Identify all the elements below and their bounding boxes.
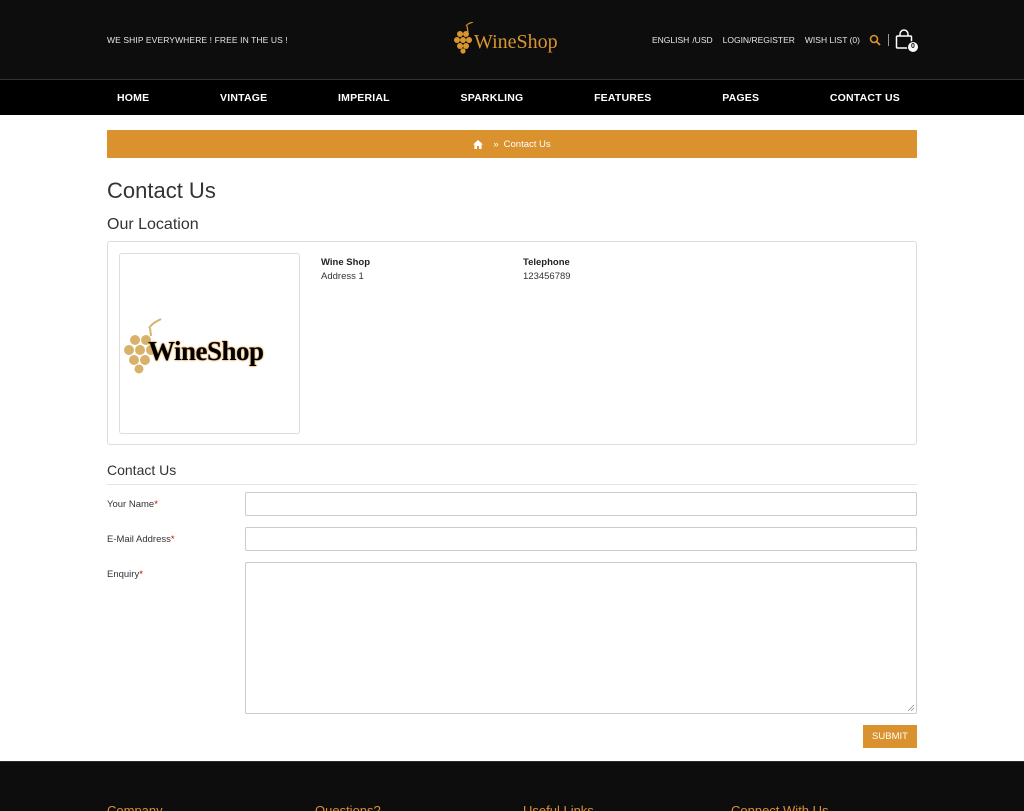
name-label-text: Your Name [107, 499, 155, 510]
store-image: WineShop [119, 253, 300, 434]
cart-count-badge: 0 [907, 41, 919, 53]
enquiry-textarea[interactable] [245, 562, 917, 714]
main-nav: HOME VINTAGE IMPERIAL SPARKLING FEATURES… [0, 79, 1024, 115]
currency-link[interactable]: /USD [692, 35, 712, 45]
store-name: Wine Shop [321, 257, 370, 268]
email-input[interactable] [245, 527, 917, 551]
location-title: Our Location [107, 216, 199, 233]
nav-item-features[interactable]: FEATURES [584, 92, 661, 104]
home-icon[interactable] [473, 139, 484, 149]
footer-heading-connect: Connect With Us [731, 803, 829, 811]
store-address: Address 1 [321, 271, 364, 282]
location-panel: WineShop Wine Shop Address 1 Telephone 1… [107, 241, 917, 445]
wishlist-link[interactable]: WISH LIST (0) [805, 35, 860, 45]
store-image-logo-text: WineShop [148, 336, 264, 366]
email-label-text: E-Mail Address [107, 534, 171, 545]
top-links: ENGLISH /USD LOGIN /REGISTER WISH LIST (… [652, 27, 919, 53]
footer-heading-questions: Questions? [315, 803, 381, 811]
footer: Company Questions? Useful Links Connect … [0, 761, 1024, 811]
shipping-notice: WE SHIP EVERYWHERE ! FREE IN THE US ! [107, 35, 288, 45]
required-marker: * [170, 534, 175, 545]
submit-button[interactable]: SUBMIT [863, 725, 917, 748]
login-link[interactable]: LOGIN [723, 35, 749, 45]
nav-item-vintage[interactable]: VINTAGE [210, 92, 277, 104]
top-bar: WE SHIP EVERYWHERE ! FREE IN THE US ! Wi… [0, 0, 1024, 79]
language-link[interactable]: ENGLISH [652, 35, 689, 45]
telephone-column: Telephone 123456789 [523, 256, 571, 284]
nav-item-imperial[interactable]: IMPERIAL [328, 92, 400, 104]
breadcrumb-current[interactable]: Contact Us [504, 139, 551, 150]
resize-grip-icon[interactable] [908, 705, 914, 711]
nav-item-contact-us[interactable]: CONTACT US [820, 92, 917, 104]
telephone-label: Telephone [523, 257, 570, 268]
contact-form-title: Contact Us [107, 462, 917, 485]
required-marker: * [154, 499, 158, 510]
address-column: Wine Shop Address 1 [321, 256, 370, 284]
telephone-value: 123456789 [523, 271, 571, 282]
page-title: Contact Us [107, 178, 216, 203]
required-marker: * [139, 569, 143, 580]
enquiry-label-text: Enquiry [107, 569, 140, 580]
footer-heading-company: Company [107, 803, 163, 811]
breadcrumb: » Contact Us [107, 130, 917, 158]
divider [888, 34, 889, 46]
name-input[interactable] [245, 492, 917, 516]
cart-button[interactable]: 0 [895, 27, 919, 53]
register-link[interactable]: /REGISTER [749, 35, 795, 45]
footer-heading-useful-links: Useful Links [523, 803, 594, 811]
search-icon[interactable] [869, 34, 881, 46]
nav-item-pages[interactable]: PAGES [712, 92, 769, 104]
enquiry-label: Enquiry* [107, 569, 143, 580]
nav-item-home[interactable]: HOME [107, 92, 159, 104]
grapes-icon [454, 22, 474, 54]
nav-item-sparkling[interactable]: SPARKLING [451, 92, 534, 104]
logo-text: WineShop [474, 31, 558, 53]
name-label: Your Name* [107, 499, 158, 510]
breadcrumb-separator: » [493, 138, 499, 150]
email-label: E-Mail Address* [107, 534, 175, 545]
